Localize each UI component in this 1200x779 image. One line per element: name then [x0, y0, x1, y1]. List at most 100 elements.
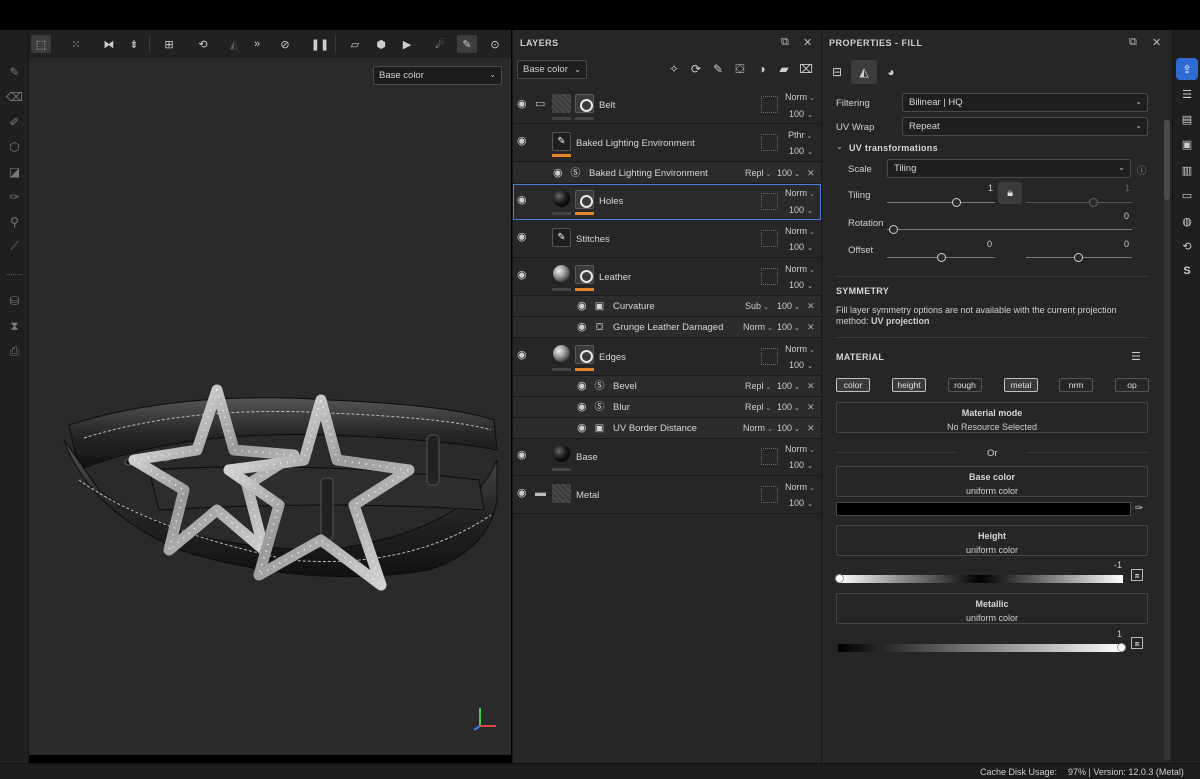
eye-icon[interactable]: ◉	[517, 99, 530, 110]
eye-icon[interactable]: ◉	[517, 270, 530, 281]
material-menu-icon[interactable]: ☰	[1131, 350, 1141, 363]
layer-channel-box[interactable]	[761, 268, 778, 285]
eyedropper-icon[interactable]: ✑	[1135, 503, 1143, 514]
effect-row-baked-lighting[interactable]: ◉ Ⓢ Baked Lighting Environment Repl ⌄ 100…	[513, 163, 821, 184]
opacity-field[interactable]: 100 ⌄	[777, 301, 800, 311]
slider-knob[interactable]	[1074, 253, 1083, 262]
export-icon[interactable]: ⎙	[6, 343, 23, 360]
blend-mode-select[interactable]: Norm ⌄	[785, 188, 815, 198]
folder-icon[interactable]: ▰	[777, 62, 791, 76]
opacity-field[interactable]: 100 ⌄	[789, 360, 813, 370]
eye-icon[interactable]: ◉	[577, 301, 590, 312]
remove-effect-icon[interactable]: ✕	[807, 423, 815, 434]
channel-toggle-nrm[interactable]: nrm	[1059, 378, 1093, 392]
environment-icon[interactable]: ◍	[1179, 213, 1195, 229]
trash-icon[interactable]: ⌧	[799, 62, 813, 76]
blend-mode-select[interactable]: Repl ⌄	[745, 168, 771, 178]
blend-mode-select[interactable]: Norm ⌄	[785, 482, 815, 492]
opacity-field[interactable]: 100 ⌄	[789, 242, 813, 252]
tiling-slider[interactable]	[887, 198, 995, 207]
channel-toggle-metal[interactable]: metal	[1004, 378, 1038, 392]
clone-tool-icon[interactable]: ✑	[6, 188, 23, 205]
opacity-field[interactable]: 100 ⌄	[789, 146, 813, 156]
brush-icon[interactable]: ✎	[711, 62, 725, 76]
undock-icon[interactable]: ⧉	[781, 36, 789, 49]
eye-icon[interactable]: ◉	[517, 195, 530, 206]
magic-wand-icon[interactable]: ✧	[667, 62, 681, 76]
eye-icon[interactable]: ◉	[517, 232, 530, 243]
layer-row-holes[interactable]: ◉ Holes Norm ⌄ 100 ⌄	[513, 184, 821, 220]
eraser-tool-icon[interactable]: ⌫	[6, 88, 23, 105]
opacity-field[interactable]: 100 ⌄	[777, 423, 800, 433]
material-picker-icon[interactable]: ⚲	[6, 213, 23, 230]
undock-icon[interactable]: ⧉	[1129, 36, 1137, 49]
tab-fill-icon[interactable]: ◭	[851, 60, 877, 84]
height-slider[interactable]	[835, 574, 1123, 583]
remove-effect-icon[interactable]: ✕	[807, 168, 815, 179]
height-button[interactable]: Height uniform color	[836, 525, 1148, 556]
smart-material-icon[interactable]: ⟳	[689, 62, 703, 76]
smudge-tool-icon[interactable]: ◪	[6, 163, 23, 180]
channel-toggle-op[interactable]: op	[1115, 378, 1149, 392]
opacity-field[interactable]: 100 ⌄	[777, 381, 800, 391]
shelf-icon[interactable]: ▭	[1179, 187, 1195, 203]
polygon-fill-tool-icon[interactable]: ⬡	[6, 138, 23, 155]
collapse-chevron-icon[interactable]: ⌄	[836, 142, 843, 151]
layer-row-metal[interactable]: ◉ ▬ Metal Norm ⌄ 100 ⌄	[513, 477, 821, 514]
layer-row-baked-lighting[interactable]: ◉ ✎ Baked Lighting Environment Pthr ⌄ 100…	[513, 125, 821, 162]
eye-icon[interactable]: ◉	[517, 350, 530, 361]
properties-scrollbar[interactable]	[1164, 120, 1170, 760]
base-color-swatch[interactable]	[836, 502, 1131, 516]
slider-knob[interactable]	[1117, 643, 1126, 652]
effect-row-grunge[interactable]: ◉ ⛋ Grunge Leather Damaged Norm ⌄ 100 ⌄ ✕	[513, 317, 821, 338]
filtering-select[interactable]: Bilinear | HQ ⌄	[902, 93, 1148, 112]
opacity-field[interactable]: 100 ⌄	[789, 109, 813, 119]
base-color-button[interactable]: Base color uniform color	[836, 466, 1148, 497]
layer-channel-box[interactable]	[761, 486, 778, 503]
eye-icon[interactable]: ◉	[553, 168, 566, 179]
layer-row-belt[interactable]: ◉ ▭ Belt Norm ⌄ 100 ⌄	[513, 86, 821, 124]
opacity-field[interactable]: 100 ⌄	[789, 205, 813, 215]
layer-channel-box[interactable]	[761, 96, 778, 113]
layer-row-edges[interactable]: ◉ Edges Norm ⌄ 100 ⌄	[513, 339, 821, 376]
info-icon[interactable]: ⓘ	[1137, 163, 1147, 177]
opacity-field[interactable]: 100 ⌄	[777, 402, 800, 412]
eye-icon[interactable]: ◉	[517, 488, 530, 499]
tab-mask-icon[interactable]: ◕	[878, 60, 904, 84]
uv-transformations-title[interactable]: UV transformations	[849, 143, 938, 153]
material-mode-button[interactable]: Material mode No Resource Selected	[836, 402, 1148, 433]
effect-row-blur[interactable]: ◉ Ⓢ Blur Repl ⌄ 100 ⌄ ✕	[513, 397, 821, 418]
layer-row-base[interactable]: ◉ Base Norm ⌄ 100 ⌄	[513, 439, 821, 476]
blend-mode-select[interactable]: Norm ⌄	[785, 92, 815, 102]
channel-toggle-height[interactable]: height	[892, 378, 926, 392]
slider-knob[interactable]	[937, 253, 946, 262]
bake-icon[interactable]: ⛁	[6, 292, 23, 309]
blend-mode-select[interactable]: Pthr ⌄	[788, 130, 812, 140]
scale-select[interactable]: Tiling ⌄	[887, 159, 1131, 178]
layer-channel-box[interactable]	[761, 134, 778, 151]
blend-mode-select[interactable]: Norm ⌄	[743, 322, 773, 332]
log-icon[interactable]: ▥	[1179, 162, 1195, 178]
lock-icon[interactable]: 🔒︎	[998, 182, 1022, 204]
eye-icon[interactable]: ◉	[577, 423, 590, 434]
remove-effect-icon[interactable]: ✕	[807, 381, 815, 392]
eye-icon[interactable]: ◉	[577, 402, 590, 413]
texture-set-icon[interactable]: ▤	[1179, 111, 1195, 127]
layer-row-stitches[interactable]: ◉ ✎ Stitches Norm ⌄ 100 ⌄	[513, 221, 821, 258]
opacity-field[interactable]: 100 ⌄	[777, 322, 800, 332]
layer-channel-box[interactable]	[761, 348, 778, 365]
geometry-decal-icon[interactable]: ⟋	[6, 238, 23, 255]
blend-mode-select[interactable]: Sub ⌄	[745, 301, 769, 311]
substance-dock-icon[interactable]: S	[1179, 263, 1195, 279]
slider-knob[interactable]	[952, 198, 961, 207]
display-settings-icon[interactable]: ▣	[1179, 136, 1195, 152]
projection-tool-icon[interactable]: ✐	[6, 113, 23, 130]
opacity-field[interactable]: 100 ⌄	[777, 168, 800, 178]
opacity-field[interactable]: 100 ⌄	[789, 498, 813, 508]
close-icon[interactable]: ✕	[803, 36, 813, 49]
blend-mode-select[interactable]: Norm ⌄	[785, 444, 815, 454]
eye-icon[interactable]: ◉	[577, 381, 590, 392]
layer-row-leather[interactable]: ◉ Leather Norm ⌄ 100 ⌄	[513, 259, 821, 296]
blend-mode-select[interactable]: Norm ⌄	[785, 344, 815, 354]
opacity-field[interactable]: 100 ⌄	[789, 460, 813, 470]
